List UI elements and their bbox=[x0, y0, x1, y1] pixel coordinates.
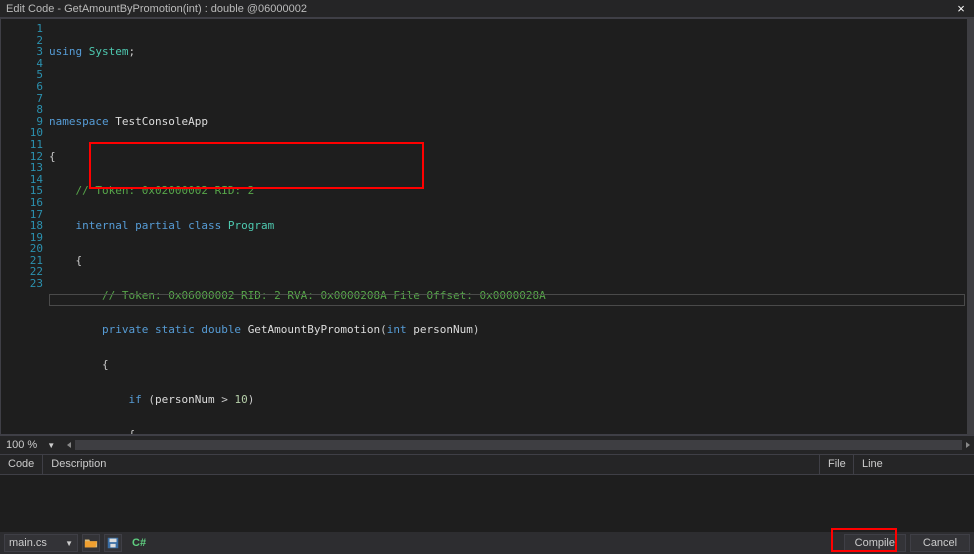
open-file-icon[interactable] bbox=[82, 534, 100, 552]
file-dropdown-label: main.cs bbox=[9, 537, 47, 549]
errorlist-col-code[interactable]: Code bbox=[0, 455, 43, 474]
titlebar: Edit Code - GetAmountByPromotion(int) : … bbox=[0, 0, 974, 18]
line-number: 16 bbox=[1, 197, 43, 209]
line-number-gutter: 1234567891011121314151617181920212223 bbox=[1, 19, 49, 434]
language-badge: C# bbox=[132, 537, 146, 549]
line-number: 1 bbox=[1, 23, 43, 35]
horizontal-scrollbar[interactable] bbox=[75, 440, 962, 450]
folder-icon bbox=[84, 536, 98, 550]
compile-button[interactable]: Compile bbox=[844, 534, 906, 552]
window-title: Edit Code - GetAmountByPromotion(int) : … bbox=[6, 3, 954, 15]
errorlist-header: Code Description File Line bbox=[0, 455, 974, 475]
errorlist-col-file[interactable]: File bbox=[820, 455, 854, 474]
line-number: 13 bbox=[1, 162, 43, 174]
zoom-dropdown-icon[interactable]: ▼ bbox=[45, 439, 57, 451]
errorlist-body[interactable] bbox=[0, 475, 974, 532]
line-number: 18 bbox=[1, 220, 43, 232]
save-file-icon[interactable] bbox=[104, 534, 122, 552]
zoom-level: 100 % bbox=[0, 439, 43, 451]
code-editor[interactable]: 1234567891011121314151617181920212223 us… bbox=[0, 18, 967, 435]
line-number: 6 bbox=[1, 81, 43, 93]
line-number: 11 bbox=[1, 139, 43, 151]
errorlist-col-line[interactable]: Line bbox=[854, 455, 974, 474]
cancel-button[interactable]: Cancel bbox=[910, 534, 970, 552]
editor-statusbar: 100 % ▼ bbox=[0, 435, 974, 455]
file-dropdown[interactable]: main.cs ▼ bbox=[4, 534, 78, 552]
code-area[interactable]: using System; namespace TestConsoleApp {… bbox=[49, 19, 967, 434]
line-number: 23 bbox=[1, 278, 43, 290]
bottom-toolbar: main.cs ▼ C# Compile Cancel bbox=[0, 532, 974, 554]
close-icon[interactable]: × bbox=[954, 2, 968, 16]
line-number: 8 bbox=[1, 104, 43, 116]
chevron-down-icon: ▼ bbox=[65, 539, 73, 548]
vertical-scrollbar[interactable] bbox=[967, 18, 974, 435]
floppy-icon bbox=[106, 536, 120, 550]
errorlist-col-description[interactable]: Description bbox=[43, 455, 820, 474]
